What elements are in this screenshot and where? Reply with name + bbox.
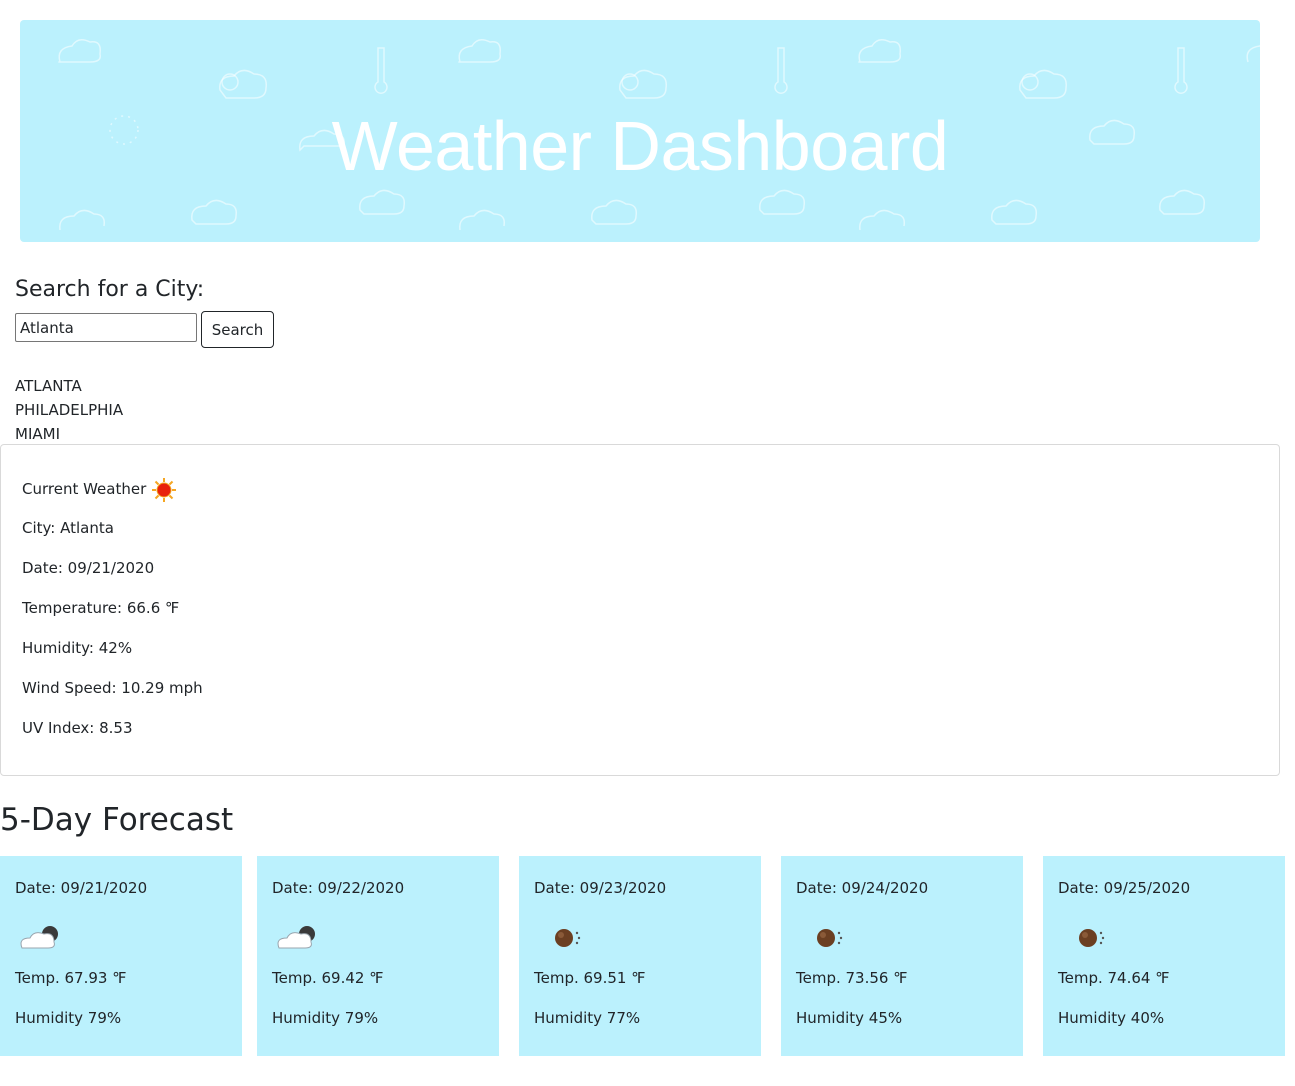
- forecast-humidity: Humidity 40%: [1058, 1009, 1165, 1027]
- forecast-card: Date: 09/22/2020 Temp. 69.42 ℉ Humidity …: [257, 856, 499, 1056]
- moon-icon: [817, 929, 843, 947]
- forecast-date: Date: 09/21/2020: [15, 879, 148, 897]
- sun-icon: [152, 478, 176, 502]
- forecast-temp: Temp. 73.56 ℉: [796, 969, 908, 987]
- forecast-humidity: Humidity 45%: [796, 1009, 903, 1027]
- search-heading: Search for a City:: [15, 277, 205, 302]
- history-item-atlanta[interactable]: ATLANTA: [15, 374, 123, 398]
- forecast-humidity: Humidity 79%: [272, 1009, 379, 1027]
- forecast-temp: Temp. 74.64 ℉: [1058, 969, 1170, 987]
- cloud-moon-icon: [277, 926, 315, 949]
- current-weather-title: Current Weather: [22, 480, 147, 498]
- current-date: Date: 09/21/2020: [22, 559, 155, 577]
- forecast-card: Date: 09/25/2020 Temp. 74.64 ℉ Humidity …: [1043, 856, 1285, 1056]
- moon-icon: [555, 929, 581, 947]
- forecast-date: Date: 09/22/2020: [272, 879, 405, 897]
- header-banner: Weather Dashboard: [20, 20, 1260, 242]
- forecast-card: Date: 09/23/2020 Temp. 69.51 ℉ Humidity …: [519, 856, 761, 1056]
- search-button[interactable]: Search: [201, 311, 274, 348]
- forecast-humidity: Humidity 79%: [15, 1009, 122, 1027]
- forecast-date: Date: 09/23/2020: [534, 879, 667, 897]
- forecast-temp: Temp. 67.93 ℉: [15, 969, 127, 987]
- page-title: Weather Dashboard: [331, 107, 949, 185]
- search-history: ATLANTA PHILADELPHIA MIAMI: [15, 374, 123, 446]
- moon-icon: [1079, 929, 1105, 947]
- history-item-philadelphia[interactable]: PHILADELPHIA: [15, 398, 123, 422]
- current-uv-index: UV Index: 8.53: [22, 719, 133, 737]
- forecast-date: Date: 09/25/2020: [1058, 879, 1191, 897]
- forecast-card: Date: 09/21/2020 Temp. 67.93 ℉ Humidity …: [0, 856, 242, 1056]
- current-city: City: Atlanta: [22, 519, 114, 537]
- current-weather-card: Current Weather City: Atlanta Date: 09/2…: [0, 444, 1280, 776]
- forecast-temp: Temp. 69.42 ℉: [272, 969, 384, 987]
- forecast-card: Date: 09/24/2020 Temp. 73.56 ℉ Humidity …: [781, 856, 1023, 1056]
- current-temperature: Temperature: 66.6 ℉: [22, 599, 180, 617]
- forecast-humidity: Humidity 77%: [534, 1009, 641, 1027]
- forecast-temp: Temp. 69.51 ℉: [534, 969, 646, 987]
- history-item-miami[interactable]: MIAMI: [15, 422, 123, 446]
- current-wind-speed: Wind Speed: 10.29 mph: [22, 679, 203, 697]
- forecast-date: Date: 09/24/2020: [796, 879, 929, 897]
- cloud-moon-icon: [20, 926, 58, 949]
- city-search-input[interactable]: [15, 313, 197, 342]
- current-humidity: Humidity: 42%: [22, 639, 133, 657]
- forecast-heading: 5-Day Forecast: [0, 802, 234, 838]
